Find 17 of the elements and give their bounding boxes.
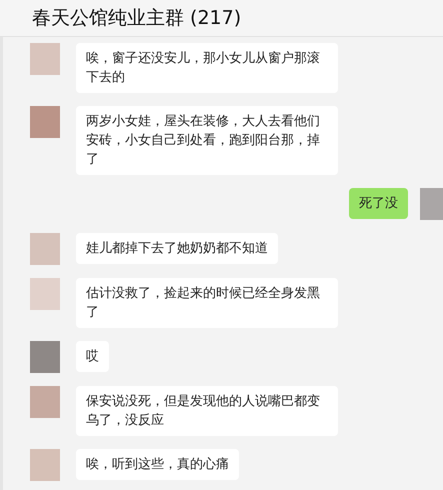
message-bubble: 估计没救了，捡起来的时候已经全身发黑了: [76, 278, 338, 328]
message-bubble: 两岁小女娃，屋头在装修，大人去看他们安砖，小女自己到处看，跑到阳台那，掉了: [76, 106, 338, 175]
message-bubble: 死了没: [349, 188, 408, 219]
avatar[interactable]: [30, 278, 60, 310]
avatar[interactable]: [30, 106, 60, 138]
avatar[interactable]: [420, 188, 443, 220]
avatar[interactable]: [30, 341, 60, 373]
avatar[interactable]: [30, 233, 60, 265]
message-bubble: 哎: [76, 341, 109, 372]
message-bubble: 娃儿都掉下去了她奶奶都不知道: [76, 233, 278, 264]
message-bubble: 保安说没死，但是发现他的人说嘴巴都变乌了，没反应: [76, 386, 338, 436]
avatar[interactable]: [30, 449, 60, 481]
message-bubble: 唉，窗子还没安儿，那小女儿从窗户那滚下去的: [76, 43, 338, 93]
message-bubble: 唉，听到这些，真的心痛: [76, 449, 239, 480]
avatar[interactable]: [30, 386, 60, 418]
window-title: 春天公馆纯业主群 (217): [32, 6, 242, 31]
avatar[interactable]: [30, 43, 60, 75]
